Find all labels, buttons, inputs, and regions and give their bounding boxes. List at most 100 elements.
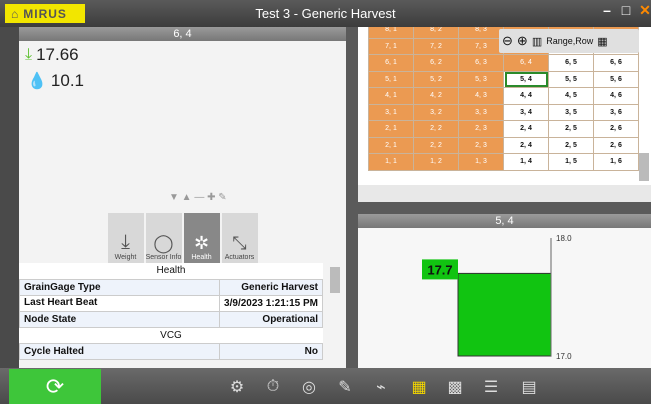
sensor-detail-panel: ⤓ Weight ◯ Sensor Info ✲ Health ⤡ Actuat… bbox=[19, 205, 346, 368]
sensor-summary-panel: 6, 4 ⤓ 17.66 💧 10.1 ▼ ▲ — ✚ ✎ bbox=[19, 27, 346, 205]
close-icon[interactable]: ✕ bbox=[636, 2, 651, 19]
row-label: Last Heart Beat bbox=[19, 294, 220, 312]
chart-header: 5, 4 bbox=[358, 214, 651, 228]
grid-cell[interactable]: 2, 1 bbox=[368, 136, 414, 154]
minimize-icon[interactable]: – bbox=[598, 2, 616, 18]
grid-cell[interactable]: 2, 3 bbox=[458, 120, 504, 138]
refresh-icon: ⟳ bbox=[45, 373, 65, 399]
barcode-icon[interactable]: ▥ bbox=[532, 35, 542, 48]
grid-cell[interactable]: 8, 1 bbox=[368, 27, 414, 39]
row-value: No bbox=[219, 342, 323, 360]
tab-label: Health bbox=[191, 254, 212, 261]
grid-cell[interactable]: 2, 4 bbox=[503, 120, 549, 138]
drop-icon: ◯ bbox=[153, 233, 174, 253]
grid-cell[interactable]: 6, 3 bbox=[458, 54, 504, 72]
water-value: 10.1 bbox=[50, 71, 85, 90]
grid-cell[interactable]: 7, 2 bbox=[413, 37, 459, 55]
grid-cell[interactable]: 4, 6 bbox=[593, 87, 639, 105]
grid-cell[interactable]: 5, 4 bbox=[503, 70, 549, 88]
table-row: GrainGage Type Generic Harvest bbox=[19, 278, 323, 296]
grid-cell[interactable]: 2, 2 bbox=[413, 136, 459, 154]
grid-cell[interactable]: 2, 3 bbox=[458, 136, 504, 154]
layout-icon[interactable]: ▦ bbox=[597, 35, 607, 48]
grid-cell[interactable]: 4, 2 bbox=[413, 87, 459, 105]
grid-cell[interactable]: 1, 2 bbox=[413, 153, 459, 171]
grid-cell[interactable]: 6, 5 bbox=[548, 54, 594, 72]
section-heading: VCG bbox=[160, 329, 182, 341]
grid-cell[interactable]: 6, 2 bbox=[413, 54, 459, 72]
grid-cell[interactable]: 8, 3 bbox=[458, 27, 504, 39]
grid-cell[interactable]: 2, 6 bbox=[593, 120, 639, 138]
grid-cell[interactable]: 1, 3 bbox=[458, 153, 504, 171]
grid-cell[interactable]: 2, 5 bbox=[548, 120, 594, 138]
horizontal-scrollbar[interactable] bbox=[358, 185, 651, 202]
grid-cell[interactable]: 3, 1 bbox=[368, 103, 414, 121]
zoom-out-icon[interactable]: ⊖ bbox=[502, 33, 513, 49]
grid-cell[interactable]: 8, 2 bbox=[413, 27, 459, 39]
grid-cell[interactable]: 5, 3 bbox=[458, 70, 504, 88]
grid-cell[interactable]: 4, 5 bbox=[548, 87, 594, 105]
grid-cell[interactable]: 6, 1 bbox=[368, 54, 414, 72]
grid-cell[interactable]: 3, 4 bbox=[503, 103, 549, 121]
pencil-icon[interactable]: ✎ bbox=[334, 376, 356, 398]
bin-view-icon[interactable]: ▩ bbox=[444, 376, 466, 398]
grid-cell[interactable]: 3, 6 bbox=[593, 103, 639, 121]
tab-actuators[interactable]: ⤡ Actuators bbox=[221, 213, 258, 263]
tab-health[interactable]: ✲ Health bbox=[183, 213, 220, 263]
row-label: GrainGage Type bbox=[19, 278, 220, 296]
grid-cell[interactable]: 4, 3 bbox=[458, 87, 504, 105]
window-title: Test 3 - Generic Harvest bbox=[255, 6, 396, 21]
grid-view-icon[interactable]: ▦ bbox=[408, 376, 430, 398]
grid-cell[interactable]: 2, 2 bbox=[413, 120, 459, 138]
grid-cell[interactable]: 2, 5 bbox=[548, 136, 594, 154]
grid-scrollbar[interactable] bbox=[639, 153, 649, 181]
grid-cell[interactable]: 4, 4 bbox=[503, 87, 549, 105]
grid-cell[interactable]: 1, 1 bbox=[368, 153, 414, 171]
grid-row: 3, 1 3, 2 3, 3 3, 4 3, 5 3, 6 bbox=[368, 103, 639, 121]
grid-cell[interactable]: 2, 4 bbox=[503, 136, 549, 154]
tab-weight[interactable]: ⤓ Weight bbox=[107, 213, 144, 263]
maximize-icon[interactable]: □ bbox=[617, 2, 635, 18]
water-reading: 💧 10.1 bbox=[27, 71, 346, 91]
settings-icon[interactable]: ⚙ bbox=[226, 376, 248, 398]
range-row-button[interactable]: Range,Row bbox=[546, 36, 593, 46]
refresh-button[interactable]: ⟳ bbox=[9, 369, 101, 404]
grid-cell[interactable]: 5, 6 bbox=[593, 70, 639, 88]
grid-cell[interactable]: 2, 1 bbox=[368, 120, 414, 138]
chart-icon[interactable]: ⌁ bbox=[370, 376, 392, 398]
row-value: Operational bbox=[219, 310, 323, 328]
grid-cell[interactable]: 1, 6 bbox=[593, 153, 639, 171]
grid-cell[interactable]: 1, 4 bbox=[503, 153, 549, 171]
timer-icon[interactable]: ⏱ bbox=[262, 376, 284, 398]
grid-row: 4, 1 4, 2 4, 3 4, 4 4, 5 4, 6 bbox=[368, 87, 639, 105]
compass-icon[interactable]: ◎ bbox=[298, 376, 320, 398]
table-view-icon[interactable]: ☰ bbox=[480, 376, 502, 398]
logo-text: MIRUS bbox=[23, 6, 67, 21]
grid-cell[interactable]: 6, 4 bbox=[503, 54, 549, 72]
grid-row: 6, 1 6, 2 6, 3 6, 4 6, 5 6, 6 bbox=[368, 54, 639, 72]
grid-cell[interactable]: 3, 5 bbox=[548, 103, 594, 121]
grid-cell[interactable]: 3, 2 bbox=[413, 103, 459, 121]
scrollbar[interactable] bbox=[330, 267, 340, 293]
keypad-icon[interactable]: ▤ bbox=[518, 376, 540, 398]
panel-nav-icons[interactable]: ▼ ▲ — ✚ ✎ bbox=[169, 192, 227, 203]
grid-cell[interactable]: 5, 5 bbox=[548, 70, 594, 88]
grid-cell[interactable]: 7, 3 bbox=[458, 37, 504, 55]
grid-cell[interactable]: 5, 1 bbox=[368, 70, 414, 88]
weight-icon: ⤓ bbox=[121, 231, 130, 253]
grid-cell[interactable]: 4, 1 bbox=[368, 87, 414, 105]
vertical-splitter[interactable] bbox=[346, 27, 358, 368]
grid-splitter[interactable] bbox=[358, 202, 651, 214]
grid-cell[interactable]: 7, 1 bbox=[368, 37, 414, 55]
grid-cell[interactable]: 6, 6 bbox=[593, 54, 639, 72]
actuator-icon: ⤡ bbox=[232, 233, 247, 253]
grid-cell[interactable]: 2, 6 bbox=[593, 136, 639, 154]
grid-cell[interactable]: 5, 2 bbox=[413, 70, 459, 88]
table-row: Node State Operational bbox=[19, 310, 323, 328]
grid-cell[interactable]: 1, 5 bbox=[548, 153, 594, 171]
grid-row: 5, 1 5, 2 5, 3 5, 4 5, 5 5, 6 bbox=[368, 70, 639, 88]
tab-sensor-info[interactable]: ◯ Sensor Info bbox=[145, 213, 182, 263]
grid-toolbar: ⊖ ⊕ ▥ Range,Row ▦ bbox=[499, 29, 639, 53]
zoom-in-icon[interactable]: ⊕ bbox=[517, 33, 528, 49]
grid-cell[interactable]: 3, 3 bbox=[458, 103, 504, 121]
